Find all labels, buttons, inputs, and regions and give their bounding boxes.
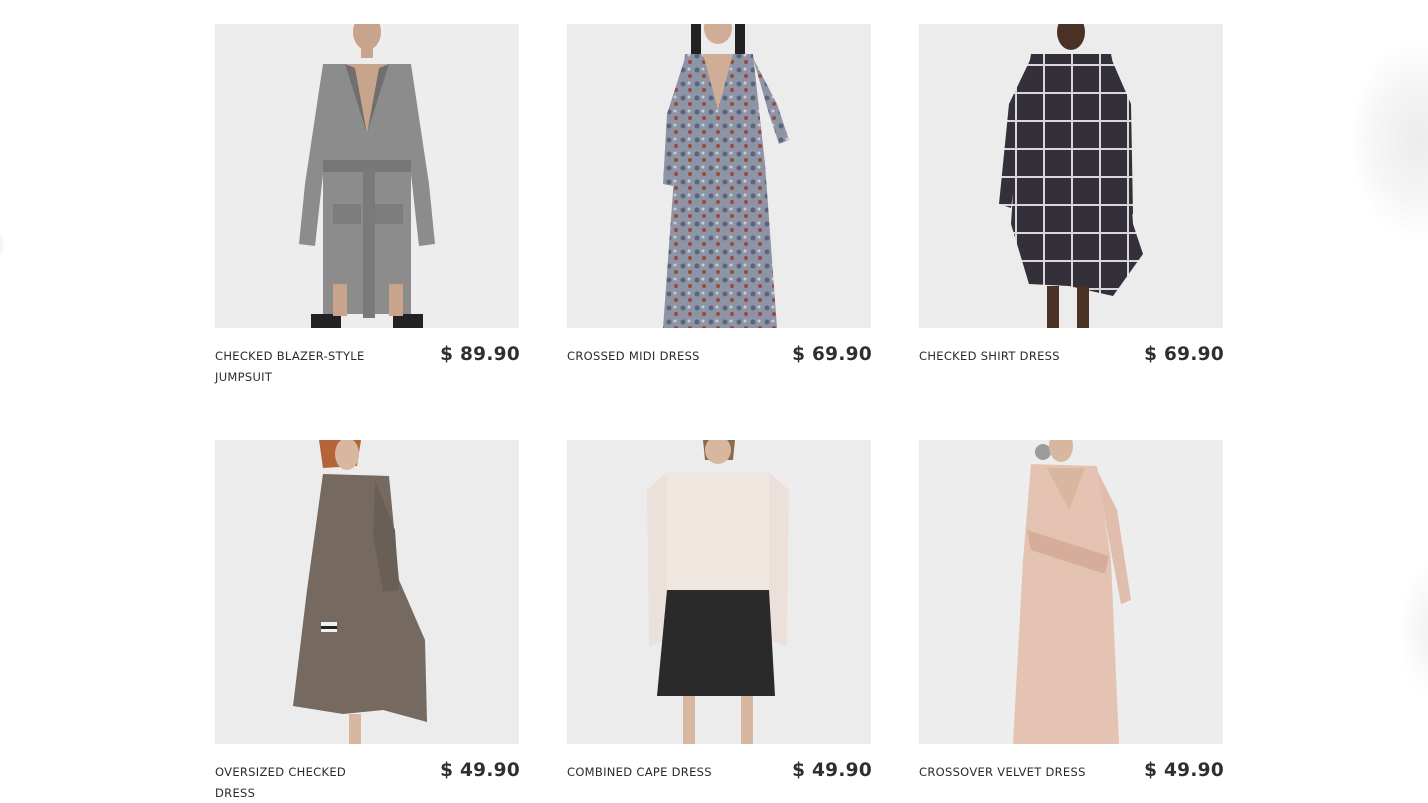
product-image[interactable] <box>567 24 871 328</box>
product-price: $ 49.90 <box>440 760 520 781</box>
product-card[interactable]: OVERSIZED CHECKED DRESS $ 49.90 <box>215 440 520 800</box>
product-price: $ 49.90 <box>792 760 872 781</box>
product-info: CHECKED SHIRT DRESS $ 69.90 <box>919 344 1224 388</box>
product-name[interactable]: COMBINED CAPE DRESS <box>567 762 737 783</box>
product-photo-shirt-dress <box>919 24 1223 328</box>
product-info: CROSSOVER VELVET DRESS $ 49.90 <box>919 760 1224 803</box>
product-image[interactable] <box>215 440 519 744</box>
product-price: $ 69.90 <box>792 344 872 365</box>
product-name[interactable]: OVERSIZED CHECKED DRESS <box>215 762 385 803</box>
product-price: $ 89.90 <box>440 344 520 365</box>
product-name[interactable]: CROSSOVER VELVET DRESS <box>919 762 1089 783</box>
product-card[interactable]: CHECKED SHIRT DRESS $ 69.90 <box>919 24 1224 365</box>
product-card[interactable]: CROSSED MIDI DRESS $ 69.90 <box>567 24 872 365</box>
product-image[interactable] <box>919 24 1223 328</box>
product-info: COMBINED CAPE DRESS $ 49.90 <box>567 760 872 803</box>
product-image[interactable] <box>215 24 519 328</box>
partial-product-image-right <box>1348 40 1428 240</box>
product-photo-velvet-dress <box>919 440 1223 744</box>
product-info: CROSSED MIDI DRESS $ 69.90 <box>567 344 872 388</box>
product-card[interactable]: CHECKED BLAZER-STYLE JUMPSUIT $ 89.90 <box>215 24 520 384</box>
partial-product-image-left <box>0 230 6 260</box>
product-photo-midi-dress <box>567 24 871 328</box>
product-name[interactable]: CHECKED BLAZER-STYLE JUMPSUIT <box>215 346 385 388</box>
product-price: $ 49.90 <box>1144 760 1224 781</box>
product-image[interactable] <box>919 440 1223 744</box>
product-listing-page: CHECKED BLAZER-STYLE JUMPSUIT $ 89.90 CR… <box>0 0 1428 803</box>
product-photo-blazer-jumpsuit <box>215 24 519 328</box>
product-card[interactable]: CROSSOVER VELVET DRESS $ 49.90 <box>919 440 1224 781</box>
partial-product-image-right-lower <box>1398 560 1428 700</box>
product-name[interactable]: CHECKED SHIRT DRESS <box>919 346 1089 367</box>
product-price: $ 69.90 <box>1144 344 1224 365</box>
product-info: CHECKED BLAZER-STYLE JUMPSUIT $ 89.90 <box>215 344 520 388</box>
product-photo-oversized-dress <box>215 440 519 744</box>
product-info: OVERSIZED CHECKED DRESS $ 49.90 <box>215 760 520 803</box>
product-image[interactable] <box>567 440 871 744</box>
product-photo-cape-dress <box>567 440 871 744</box>
product-name[interactable]: CROSSED MIDI DRESS <box>567 346 737 367</box>
product-grid: CHECKED BLAZER-STYLE JUMPSUIT $ 89.90 CR… <box>215 24 1224 800</box>
product-card[interactable]: COMBINED CAPE DRESS $ 49.90 <box>567 440 872 781</box>
